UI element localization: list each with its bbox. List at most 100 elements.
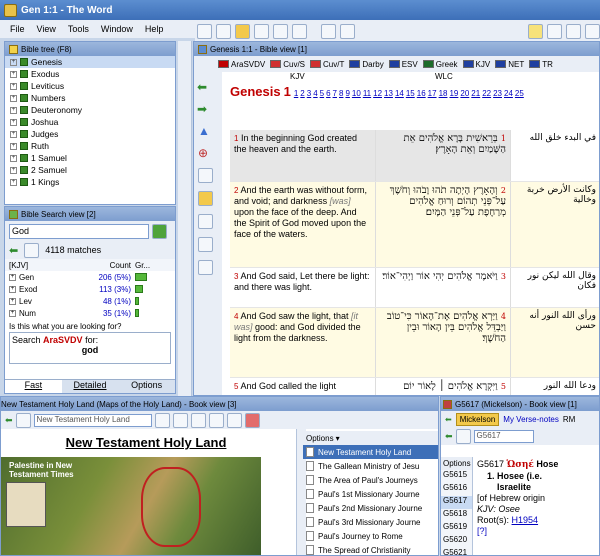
tree-item[interactable]: +2 Samuel [5,164,175,176]
dict-prev-icon[interactable]: ⬅ [445,431,453,442]
font-color-icon[interactable] [566,23,581,39]
verse-row[interactable]: 4 And God saw the light, that [it was] g… [230,308,599,378]
map-list-item[interactable]: The Gallean Ministry of Jesu [303,459,438,473]
tree-item[interactable]: +1 Samuel [5,152,175,164]
version-tab[interactable]: AraSVDV [218,60,265,69]
search-result-row[interactable]: + Exod 113 (3%) [5,283,175,295]
search-result-row[interactable]: + Lev 48 (1%) [5,295,175,307]
expand-icon[interactable]: + [10,118,17,126]
map-tool-4-icon[interactable] [208,412,224,428]
chapter-link[interactable]: 23 [493,89,502,98]
chapter-link[interactable]: 2 [300,89,304,98]
chapter-link[interactable]: 13 [384,89,393,98]
sync-icon[interactable] [216,23,231,39]
verse-number[interactable]: 2 [234,186,238,195]
expand-icon[interactable]: + [10,94,17,102]
dict-list-item[interactable]: G5616 [441,483,472,496]
map-back-icon[interactable]: ⬅ [5,415,13,426]
dict-options-label[interactable]: Options [441,457,472,470]
verse-number[interactable]: 4 [234,312,238,321]
chapter-link[interactable]: 3 [307,89,311,98]
chapter-link[interactable]: 12 [373,89,382,98]
expand-icon[interactable]: + [9,285,16,293]
tree-item[interactable]: +1 Kings [5,176,175,188]
search-go-icon[interactable] [152,223,167,239]
map-tool-6-icon[interactable] [244,412,260,428]
map-list-item[interactable]: The Area of Paul's Journeys [303,473,438,487]
map-list-item[interactable]: Paul's Journey to Rome [303,529,438,543]
chapter-link[interactable]: 7 [333,89,337,98]
verse-row[interactable]: 5 And God called the light 5 וַיִּקְרָא א… [230,378,599,395]
chapter-link[interactable]: 8 [339,89,343,98]
page-icon[interactable] [198,168,213,183]
move-icon[interactable] [340,23,355,39]
tree-item[interactable]: + Numbers [5,92,175,104]
list-icon[interactable] [198,214,213,229]
chapter-link[interactable]: 18 [439,89,448,98]
smiley-icon[interactable] [528,23,543,39]
map-list-item[interactable]: Paul's 3rd Missionary Journe [303,515,438,529]
map-list-item[interactable]: The Spread of Christianity [303,543,438,555]
expand-icon[interactable]: + [9,309,16,317]
dict-back-icon[interactable]: ⬅ [445,415,452,424]
chapter-link[interactable]: 14 [395,89,404,98]
map-list-item[interactable]: New Testament Holy Land [303,445,438,459]
dict-list-item[interactable]: G5620 [441,535,472,548]
verse-number-wlc[interactable]: 2 [501,186,506,195]
prev-arrow-icon[interactable]: ⬅ [197,80,219,94]
up-arrow-icon[interactable]: ▲ [198,124,218,138]
menu-file[interactable]: File [10,24,25,34]
expand-icon[interactable]: + [9,297,16,305]
tree-item[interactable]: + Judges [5,128,175,140]
menu-window[interactable]: Window [101,24,133,34]
verse-number[interactable]: 1 [234,134,238,143]
bold-icon[interactable] [585,23,600,39]
tree-item[interactable]: + Genesis [5,56,175,68]
version-tab[interactable]: Greek [422,60,458,69]
map-list-item[interactable]: Paul's 1st Missionary Journe [303,487,438,501]
verse-row[interactable]: 3 And God said, Let there be light: and … [230,268,599,308]
copy-icon[interactable] [197,23,212,39]
verse-number[interactable]: 3 [234,272,238,281]
version-tab[interactable]: Cuv/T [310,60,344,69]
tab-mickelson[interactable]: Mickelson [455,412,500,426]
column-icon[interactable] [198,191,213,206]
map-tool-1-icon[interactable] [154,412,170,428]
expand-icon[interactable]: + [10,142,17,150]
map-tool-3-icon[interactable] [190,412,206,428]
chapter-link[interactable]: 15 [406,89,415,98]
version-tab[interactable]: ESV [388,60,418,69]
expand-icon[interactable]: + [9,273,16,281]
tree-item[interactable]: + Deuteronomy [5,104,175,116]
dict-list-item[interactable]: G5615 [441,470,472,483]
root-link[interactable]: H1954 [512,515,539,525]
dict-list-item[interactable]: G5617 [441,496,472,509]
dict-book-icon[interactable] [455,428,471,444]
verse-row[interactable]: 2 And the earth was without form, and vo… [230,182,599,268]
expand-icon[interactable]: + [10,130,17,138]
tree-item[interactable]: + Leviticus [5,80,175,92]
forward-icon[interactable] [273,23,288,39]
menu-help[interactable]: Help [145,24,164,34]
verse-number-wlc[interactable]: 1 [501,134,506,143]
dict-list-item[interactable]: G5619 [441,522,472,535]
expand-icon[interactable]: + [10,58,17,66]
search-result-row[interactable]: + Gen 206 (5%) [5,271,175,283]
chapter-link[interactable]: 1 [294,89,298,98]
edit-icon[interactable] [292,23,307,39]
tree-item[interactable]: + Exodus [5,68,175,80]
version-tab[interactable]: NET [495,60,524,69]
chapter-link[interactable]: 5 [320,89,324,98]
tree-item[interactable]: + Ruth [5,140,175,152]
map-dropdown[interactable]: New Testament Holy Land [33,413,152,427]
version-tab[interactable]: TR [529,60,553,69]
back-icon[interactable] [254,23,269,39]
results-option-icon[interactable] [24,242,40,258]
dict-combo[interactable]: G5617 [473,429,534,443]
zoom-icon[interactable]: ⊕ [198,146,218,160]
chapter-link[interactable]: 10 [352,89,361,98]
highlight-icon[interactable] [547,23,562,39]
chapter-link[interactable]: 20 [460,89,469,98]
chapter-link[interactable]: 6 [326,89,330,98]
menu-view[interactable]: View [37,24,56,34]
